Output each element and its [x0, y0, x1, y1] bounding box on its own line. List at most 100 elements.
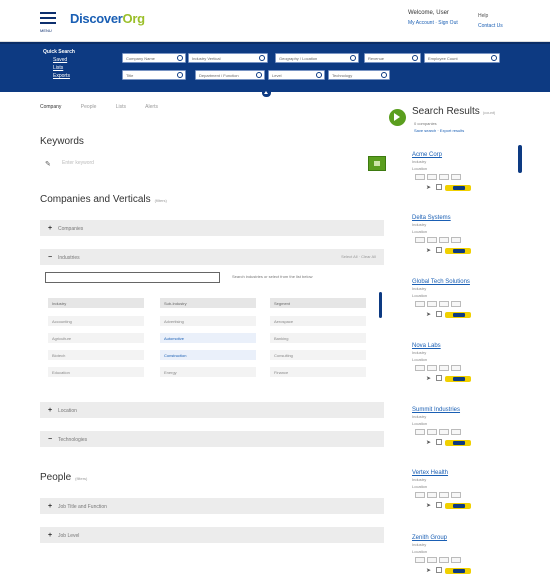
add-to-list-button[interactable] [445, 503, 471, 509]
result-button[interactable] [451, 174, 461, 180]
results-play-icon[interactable] [389, 109, 406, 126]
result-button[interactable] [427, 492, 437, 498]
grid-option[interactable]: Banking [270, 333, 366, 343]
hamburger-menu-icon[interactable] [40, 12, 56, 26]
filter-employee-select[interactable]: Employee Count [424, 53, 500, 63]
result-item[interactable]: Zenith Group Industry Location ➤ [412, 535, 517, 575]
result-button[interactable] [427, 301, 437, 307]
result-button[interactable] [451, 365, 461, 371]
grid-option[interactable]: Consulting [270, 350, 366, 360]
filter-level-select[interactable]: Level [268, 70, 325, 80]
quick-nav-link-saved[interactable]: Saved [43, 56, 75, 64]
grid-option[interactable]: Accounting [48, 316, 144, 326]
add-to-list-button[interactable] [445, 312, 471, 318]
result-name[interactable]: Delta Systems [412, 215, 517, 221]
result-checkbox[interactable] [436, 247, 442, 253]
result-button[interactable] [451, 557, 461, 563]
accordion-job-title[interactable]: + Job Title and Function [40, 498, 384, 514]
pin-icon[interactable]: ➤ [426, 567, 431, 574]
result-button[interactable] [451, 429, 461, 435]
pin-icon[interactable]: ➤ [426, 184, 431, 191]
results-actions-link[interactable]: Save search · Export results [414, 127, 464, 134]
accordion-job-level[interactable]: + Job Level [40, 527, 384, 543]
result-button[interactable] [439, 365, 449, 371]
accordion-industries[interactable]: − Industries Select All · Clear All [40, 249, 384, 265]
result-button[interactable] [439, 429, 449, 435]
grid-option[interactable]: Agriculture [48, 333, 144, 343]
result-button[interactable] [439, 237, 449, 243]
grid-option[interactable]: Biotech [48, 350, 144, 360]
result-button[interactable] [415, 301, 425, 307]
tab-company[interactable]: Company [40, 104, 61, 110]
pin-icon[interactable]: ➤ [426, 375, 431, 382]
keyword-go-button[interactable] [368, 156, 386, 171]
result-button[interactable] [439, 492, 449, 498]
result-checkbox[interactable] [436, 502, 442, 508]
result-checkbox[interactable] [436, 375, 442, 381]
industry-scrollbar[interactable] [379, 292, 382, 318]
result-button[interactable] [427, 429, 437, 435]
result-item[interactable]: Delta Systems Industry Location ➤ [412, 215, 517, 255]
accordion-location[interactable]: + Location [40, 402, 384, 418]
tab-lists[interactable]: Lists [116, 104, 126, 110]
result-button[interactable] [415, 237, 425, 243]
result-button[interactable] [415, 429, 425, 435]
grid-option[interactable]: Aerospace [270, 316, 366, 326]
pin-icon[interactable]: ➤ [426, 439, 431, 446]
grid-option-selected[interactable]: Automotive [160, 333, 256, 343]
add-to-list-button[interactable] [445, 440, 471, 446]
filter-department-select[interactable]: Department / Function [195, 70, 265, 80]
result-item[interactable]: Global Tech Solutions Industry Location ➤ [412, 279, 517, 319]
result-button[interactable] [451, 237, 461, 243]
help-link[interactable]: Help [478, 13, 503, 19]
result-button[interactable] [439, 174, 449, 180]
pin-icon[interactable]: ➤ [426, 502, 431, 509]
filter-industry-select[interactable]: Industry Vertical [188, 53, 268, 63]
result-name[interactable]: Acme Corp [412, 152, 517, 158]
result-item[interactable]: Nova Labs Industry Location ➤ [412, 343, 517, 383]
add-to-list-button[interactable] [445, 376, 471, 382]
accordion-companies[interactable]: + Companies [40, 220, 384, 236]
result-button[interactable] [415, 557, 425, 563]
pin-icon[interactable]: ➤ [426, 247, 431, 254]
result-item[interactable]: Vertex Health Industry Location ➤ [412, 470, 517, 510]
contact-link[interactable]: Contact Us [478, 23, 503, 29]
filter-title-select[interactable]: Title [122, 70, 186, 80]
add-to-list-button[interactable] [445, 248, 471, 254]
result-item[interactable]: Acme Corp Industry Location ➤ [412, 152, 517, 192]
grid-option-selected[interactable]: Construction [160, 350, 256, 360]
result-name[interactable]: Global Tech Solutions [412, 279, 517, 285]
accordion-technologies[interactable]: − Technologies [40, 431, 384, 447]
logo[interactable]: DiscoverOrg [70, 11, 145, 26]
quick-nav-link-lists[interactable]: Lists [43, 64, 75, 72]
result-checkbox[interactable] [436, 439, 442, 445]
result-button[interactable] [427, 557, 437, 563]
result-checkbox[interactable] [436, 184, 442, 190]
result-name[interactable]: Zenith Group [412, 535, 517, 541]
result-button[interactable] [451, 492, 461, 498]
collapse-filters-button[interactable] [262, 89, 271, 97]
result-button[interactable] [439, 557, 449, 563]
results-scrollbar[interactable] [518, 145, 522, 173]
result-button[interactable] [427, 237, 437, 243]
result-checkbox[interactable] [436, 567, 442, 573]
result-button[interactable] [427, 174, 437, 180]
user-links[interactable]: My Account · Sign Out [408, 20, 458, 26]
result-button[interactable] [451, 301, 461, 307]
result-button[interactable] [415, 174, 425, 180]
result-button[interactable] [439, 301, 449, 307]
tab-alerts[interactable]: Alerts [145, 104, 158, 110]
result-button[interactable] [427, 365, 437, 371]
result-item[interactable]: Summit Industries Industry Location ➤ [412, 407, 517, 447]
keyword-input[interactable]: Enter keyword [62, 160, 94, 166]
result-button[interactable] [415, 492, 425, 498]
tab-people[interactable]: People [81, 104, 97, 110]
industry-filter-input[interactable] [45, 272, 220, 283]
grid-option[interactable]: Finance [270, 367, 366, 377]
result-button[interactable] [415, 365, 425, 371]
pin-icon[interactable]: ➤ [426, 311, 431, 318]
grid-option[interactable]: Energy [160, 367, 256, 377]
grid-option[interactable]: Education [48, 367, 144, 377]
quick-nav-link-exports[interactable]: Exports [43, 72, 75, 80]
filter-revenue-select[interactable]: Revenue [364, 53, 421, 63]
